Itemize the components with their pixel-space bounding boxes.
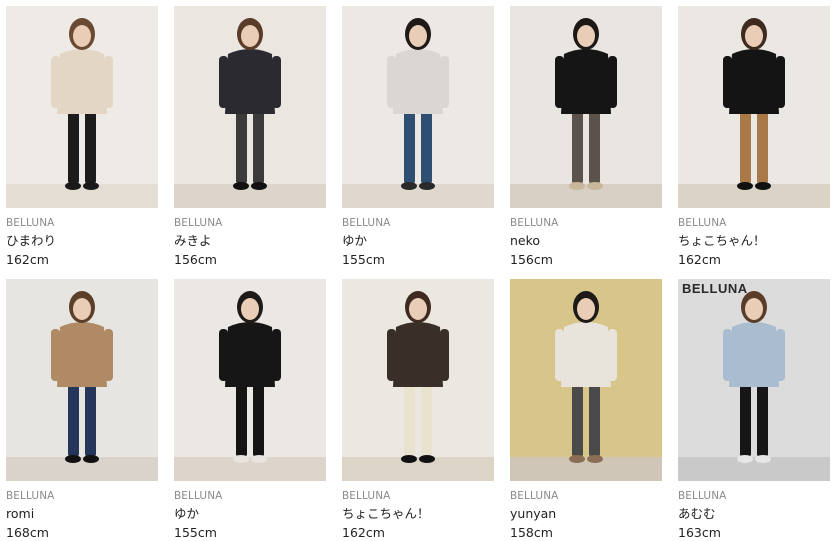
staff-height: 162cm	[342, 525, 385, 540]
style-card[interactable]: BELLUNA ゆか 155cm	[174, 279, 326, 541]
store-signage: BELLUNA	[682, 281, 748, 296]
outfit-figure-icon	[6, 6, 158, 208]
outfit-figure-icon	[174, 6, 326, 208]
staff-name: yunyan	[510, 506, 557, 521]
style-card[interactable]: BELLUNA yunyan 158cm	[510, 279, 662, 541]
staff-name: ちょこちゃん！	[678, 233, 766, 248]
outfit-photo[interactable]	[174, 6, 326, 208]
staff-height: 158cm	[510, 525, 553, 540]
outfit-photo[interactable]	[678, 6, 830, 208]
staff-style-grid: BELLUNA ひまわり 162cm BELLUNA みきよ 156cm BEL…	[0, 0, 835, 541]
brand-label: BELLUNA	[6, 217, 55, 229]
outfit-figure-icon	[510, 279, 662, 481]
staff-name: ちょこちゃん！	[342, 506, 430, 521]
staff-name: romi	[6, 506, 35, 521]
outfit-figure-icon	[510, 6, 662, 208]
staff-name: ゆか	[342, 233, 368, 248]
brand-label: BELLUNA	[342, 490, 391, 502]
outfit-figure-icon	[678, 279, 830, 481]
outfit-figure-icon	[342, 6, 494, 208]
staff-height: 162cm	[678, 252, 721, 267]
staff-height: 155cm	[174, 525, 217, 540]
style-card[interactable]: BELLUNA ちょこちゃん！ 162cm	[342, 279, 494, 541]
brand-label: BELLUNA	[510, 217, 559, 229]
outfit-photo[interactable]	[510, 279, 662, 481]
brand-label: BELLUNA	[342, 217, 391, 229]
staff-name: ひまわり	[6, 233, 57, 248]
outfit-photo[interactable]	[6, 6, 158, 208]
staff-height: 162cm	[6, 252, 49, 267]
staff-height: 156cm	[510, 252, 553, 267]
brand-label: BELLUNA	[678, 217, 727, 229]
outfit-figure-icon	[342, 279, 494, 481]
staff-name: みきよ	[174, 233, 212, 248]
staff-name: neko	[510, 233, 541, 248]
style-card[interactable]: BELLUNA neko 156cm	[510, 6, 662, 268]
brand-label: BELLUNA	[510, 490, 559, 502]
outfit-photo[interactable]: BELLUNA	[678, 279, 830, 481]
style-card[interactable]: BELLUNA ひまわり 162cm	[6, 6, 158, 268]
style-card[interactable]: BELLUNA ちょこちゃん！ 162cm	[678, 6, 830, 268]
staff-height: 168cm	[6, 525, 49, 540]
outfit-figure-icon	[6, 279, 158, 481]
outfit-photo[interactable]	[174, 279, 326, 481]
staff-name: ゆか	[174, 506, 200, 521]
staff-height: 156cm	[174, 252, 217, 267]
style-card[interactable]: BELLUNA ゆか 155cm	[342, 6, 494, 268]
style-card[interactable]: BELLUNA みきよ 156cm	[174, 6, 326, 268]
style-card[interactable]: BELLUNA romi 168cm	[6, 279, 158, 541]
brand-label: BELLUNA	[174, 490, 223, 502]
brand-label: BELLUNA	[6, 490, 55, 502]
outfit-photo[interactable]	[342, 279, 494, 481]
brand-label: BELLUNA	[678, 490, 727, 502]
outfit-photo[interactable]	[510, 6, 662, 208]
outfit-photo[interactable]	[6, 279, 158, 481]
staff-name: あむむ	[678, 506, 716, 521]
outfit-figure-icon	[174, 279, 326, 481]
outfit-photo[interactable]	[342, 6, 494, 208]
outfit-figure-icon	[678, 6, 830, 208]
style-card[interactable]: BELLUNA BELLUNA あむむ 163cm	[678, 279, 830, 541]
brand-label: BELLUNA	[174, 217, 223, 229]
staff-height: 163cm	[678, 525, 721, 540]
staff-height: 155cm	[342, 252, 385, 267]
